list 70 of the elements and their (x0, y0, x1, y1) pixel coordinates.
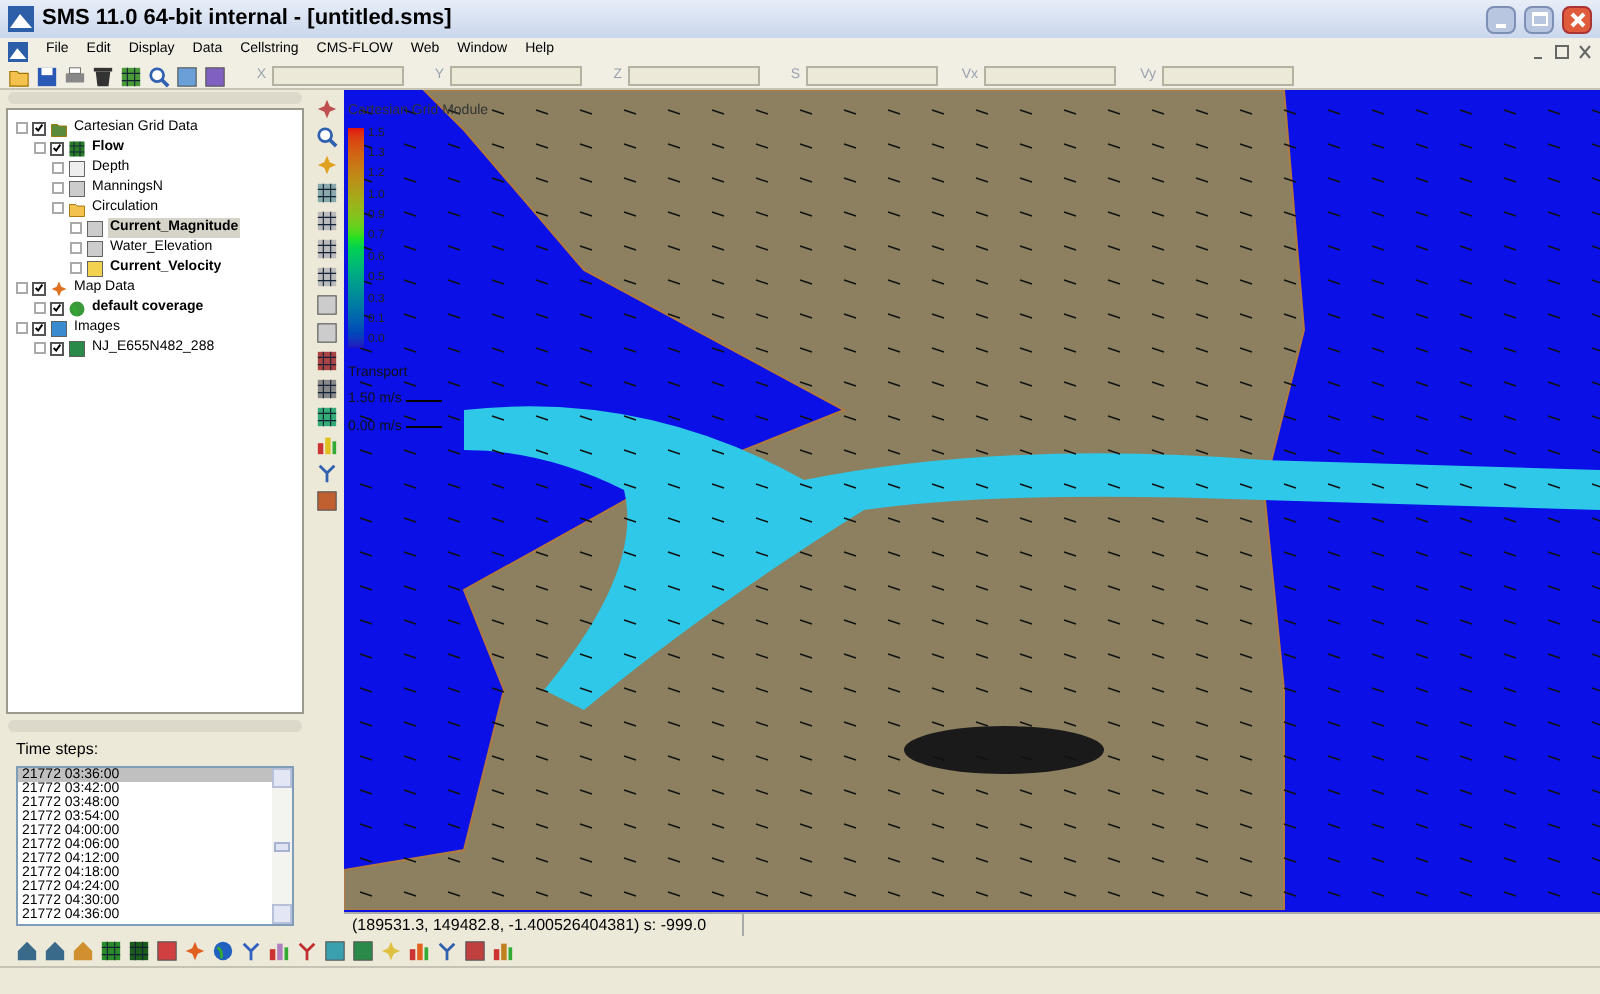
star-icon[interactable] (316, 154, 338, 176)
coordinate-field[interactable] (1162, 66, 1294, 86)
grid-icon (68, 139, 86, 157)
mdi-controls-icon[interactable] (1532, 43, 1592, 59)
coordinate-field[interactable] (628, 66, 760, 86)
bars-icon[interactable] (316, 434, 338, 456)
time-steps-label: Time steps: (14, 738, 101, 762)
star-icon[interactable] (184, 940, 206, 962)
bars-icon[interactable] (492, 940, 514, 962)
app-logo-icon (8, 6, 34, 32)
branch-icon[interactable] (316, 462, 338, 484)
square-icon[interactable] (156, 940, 178, 962)
branch-icon[interactable] (240, 940, 262, 962)
square-icon[interactable] (176, 65, 198, 87)
zoom-icon[interactable] (148, 65, 170, 87)
branch-icon[interactable] (296, 940, 318, 962)
square-icon (68, 339, 86, 357)
square-icon (68, 179, 86, 197)
star-icon (50, 279, 68, 297)
grid-icon[interactable] (128, 940, 150, 962)
zoom-icon[interactable] (316, 126, 338, 148)
bars-icon[interactable] (408, 940, 430, 962)
grid-icon[interactable] (316, 210, 338, 232)
checkbox[interactable] (32, 281, 46, 295)
close-icon (1569, 11, 1585, 27)
save-icon[interactable] (36, 65, 58, 87)
coordinate-field[interactable] (806, 66, 938, 86)
square-icon (50, 319, 68, 337)
square-icon[interactable] (316, 490, 338, 512)
checkbox[interactable] (50, 301, 64, 315)
folder-icon (50, 119, 68, 137)
folder-icon (68, 199, 86, 217)
globe-icon[interactable] (212, 940, 234, 962)
maximize-button[interactable] (1524, 5, 1554, 33)
square-icon[interactable] (352, 940, 374, 962)
square-icon[interactable] (324, 940, 346, 962)
branch-icon[interactable] (436, 940, 458, 962)
star-icon[interactable] (380, 940, 402, 962)
grid-icon[interactable] (120, 65, 142, 87)
grid-icon[interactable] (316, 350, 338, 372)
scrollbar[interactable] (272, 768, 292, 924)
coordinate-field[interactable] (272, 66, 404, 86)
coordinate-field[interactable] (984, 66, 1116, 86)
bars-icon[interactable] (268, 940, 290, 962)
house-icon[interactable] (16, 940, 38, 962)
close-button[interactable] (1562, 5, 1592, 33)
grid-icon[interactable] (316, 238, 338, 260)
print-icon[interactable] (64, 65, 86, 87)
minimize-button[interactable] (1486, 5, 1516, 33)
app-logo-icon (8, 41, 28, 61)
grid-icon[interactable] (100, 940, 122, 962)
grid-icon[interactable] (316, 406, 338, 428)
grid-icon[interactable] (316, 182, 338, 204)
square-icon (86, 239, 104, 257)
globe-icon (68, 299, 86, 317)
window-title: SMS 11.0 64-bit internal - [untitled.sms] (42, 4, 454, 35)
trash-icon[interactable] (92, 65, 114, 87)
grid-icon[interactable] (316, 378, 338, 400)
checkbox[interactable] (50, 141, 64, 155)
coordinate-field[interactable] (450, 66, 582, 86)
checkbox[interactable] (50, 341, 64, 355)
square-icon (86, 219, 104, 237)
checkbox[interactable] (32, 121, 46, 135)
square-icon (86, 259, 104, 277)
square-icon (68, 159, 86, 177)
square-icon[interactable] (204, 65, 226, 87)
checkbox[interactable] (32, 321, 46, 335)
house-icon[interactable] (44, 940, 66, 962)
square-icon[interactable] (464, 940, 486, 962)
grid-icon[interactable] (316, 266, 338, 288)
